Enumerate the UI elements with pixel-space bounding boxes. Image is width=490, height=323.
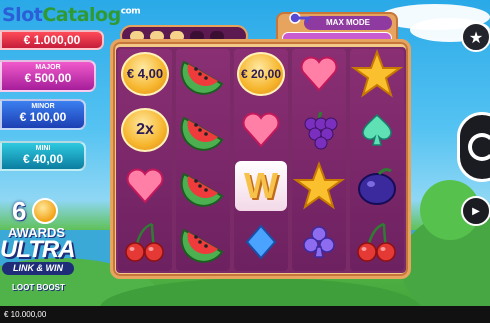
reel-5	[350, 48, 404, 271]
bottom-bar: € 10.000,00	[0, 306, 490, 323]
reel-cell	[118, 217, 172, 266]
jackpot-grand: € 1.000,00	[0, 30, 104, 50]
max-mode-label: MAX MODE	[304, 16, 392, 30]
star-icon	[293, 160, 345, 209]
jackpot-minor: MINOR € 100,00	[0, 99, 86, 130]
reel-cell	[292, 160, 346, 210]
jackpot-mini-value: € 40,00	[22, 152, 64, 166]
reel-cell: W	[234, 160, 288, 211]
heart-icon	[126, 168, 164, 204]
watermelon-icon	[180, 228, 224, 263]
wild-symbol: W	[235, 160, 287, 211]
jackpot-mini-label: MINI	[35, 145, 51, 152]
reel-cell	[176, 161, 230, 210]
multiplier-coin: 2x	[121, 107, 169, 152]
spade-icon	[362, 113, 392, 146]
jackpot-minor-label: MINOR	[31, 103, 55, 110]
reel-cell	[350, 217, 404, 266]
diamond-icon	[245, 223, 277, 260]
spin-button[interactable]	[457, 112, 490, 182]
watermark-part2: Catalog	[42, 4, 121, 26]
game-logo-loot-boost: LOOT BOOST	[12, 283, 65, 292]
reel-cell	[350, 105, 404, 154]
grapes-icon	[304, 111, 338, 149]
reel-cell	[176, 217, 230, 266]
club-icon	[303, 225, 335, 258]
jackpot-major-value: € 500,00	[24, 71, 72, 85]
reel-cell	[118, 161, 172, 210]
jackpot-mini: MINI € 40,00	[0, 141, 86, 171]
reel-cell	[350, 161, 404, 210]
watermelon-icon	[180, 60, 224, 95]
reel-cell: 2x	[118, 105, 172, 154]
key-icon	[289, 10, 313, 30]
reel-cell	[234, 105, 288, 154]
game-logo-link-win: LINK & WIN	[2, 262, 74, 275]
game-logo-number: 6	[12, 196, 27, 226]
jackpot-major: MAJOR € 500,00	[0, 60, 96, 92]
watermark-suffix: com	[120, 6, 141, 17]
watermelon-icon	[180, 116, 224, 151]
reel-cell	[350, 48, 404, 98]
wild-symbol-letter: W	[244, 164, 278, 206]
autoplay-button[interactable]: ▶	[461, 196, 490, 226]
reel-cell: € 20,00	[234, 49, 288, 98]
autoplay-icon: ▶	[472, 205, 480, 217]
cash-coin-value: € 20,00	[240, 66, 282, 81]
heart-icon	[242, 112, 280, 148]
reel-2	[176, 49, 230, 271]
plum-icon	[358, 167, 396, 205]
reel-cell	[292, 105, 346, 154]
reel-cell	[292, 49, 346, 98]
star-settings-icon: ★	[468, 27, 484, 47]
heart-icon	[300, 56, 338, 92]
balance-value: € 10.000,00	[4, 310, 47, 319]
multiplier-coin-value: 2x	[136, 120, 154, 138]
reel-cell: € 4,00	[118, 49, 172, 98]
reel-3: € 20,00 W	[234, 49, 288, 271]
cash-coin-value: € 4,00	[126, 66, 164, 81]
jackpot-grand-value: € 1.000,00	[23, 33, 81, 47]
game-logo-ultra: ULTRA	[0, 236, 76, 263]
watermelon-icon	[180, 172, 224, 207]
jackpot-major-label: MAJOR	[35, 64, 61, 71]
game-logo-coin-icon	[32, 198, 58, 224]
reel-cell	[176, 49, 230, 98]
star-icon	[351, 48, 403, 97]
reel-cell	[234, 217, 288, 266]
reel-cell	[176, 105, 230, 154]
cash-coin: € 20,00	[237, 51, 285, 96]
jackpot-minor-value: € 100,00	[19, 110, 67, 124]
reel-4	[292, 49, 346, 271]
reel-1: € 4,00 2x	[118, 49, 172, 271]
cherries-icon	[125, 222, 164, 262]
settings-button[interactable]: ★	[461, 22, 490, 52]
watermark-logo: SlotCatalogcom	[2, 4, 141, 26]
spin-arrow-icon	[468, 133, 490, 161]
cash-coin: € 4,00	[121, 51, 169, 96]
watermark-part1: Slot	[2, 4, 43, 26]
reel-cell	[292, 217, 346, 266]
cherries-icon	[357, 222, 396, 262]
game-screen: SlotCatalogcom € 1.000,00 MAJOR € 500,00…	[0, 0, 490, 323]
